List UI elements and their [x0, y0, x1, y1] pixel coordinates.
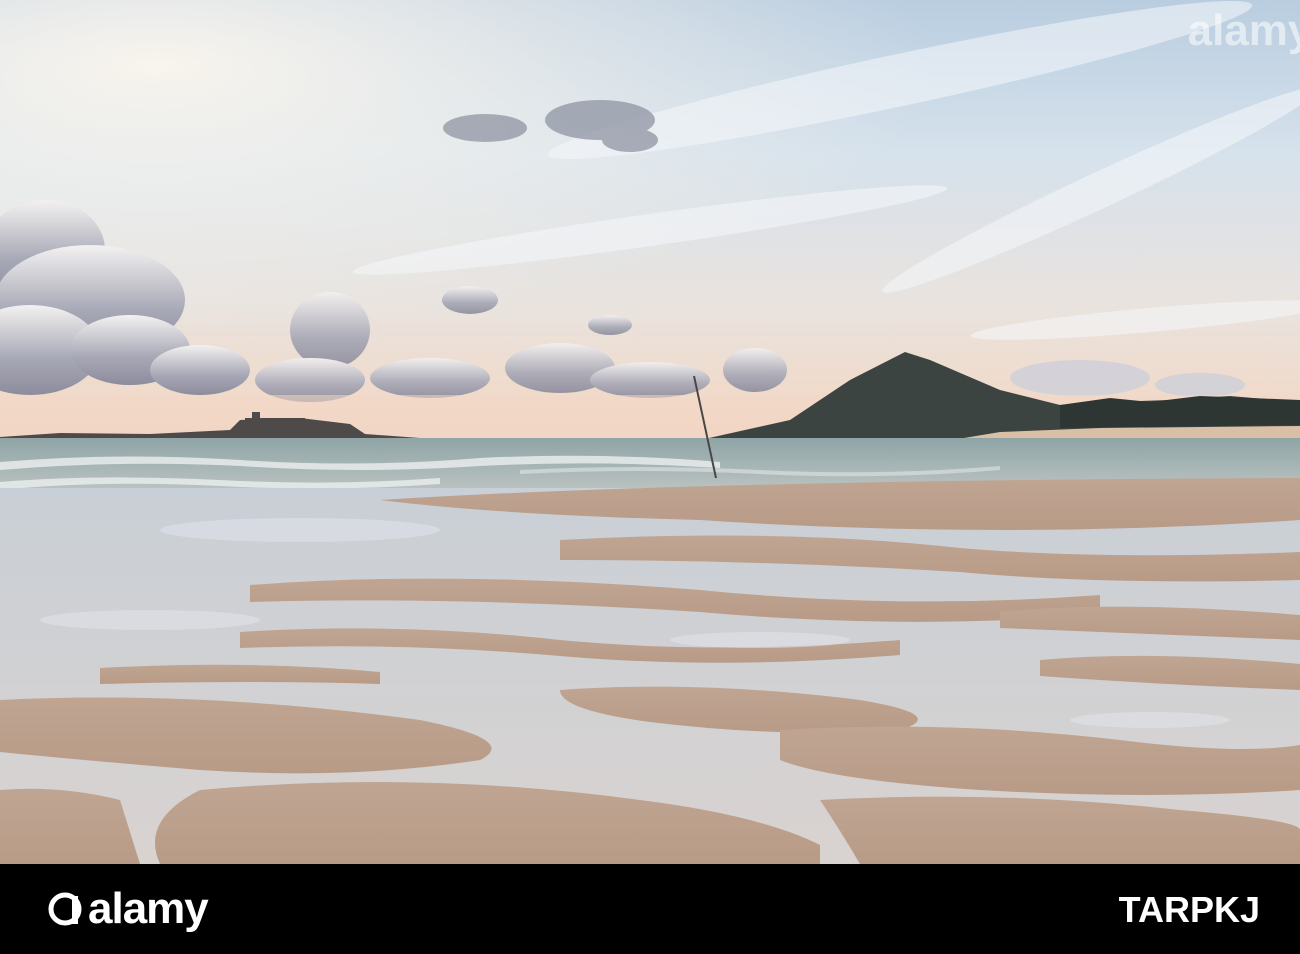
image-id: TARPKJ	[1118, 889, 1260, 930]
beach-scene: alamy	[0, 0, 1300, 864]
beach-photo: alamy	[0, 0, 1300, 864]
watermark-alamy: alamy	[1188, 6, 1300, 55]
alamy-mark-icon	[48, 892, 82, 926]
alamy-logo[interactable]: alamy	[48, 882, 209, 936]
stock-photo-page: alamy alamy TARPKJ	[0, 0, 1300, 954]
footer-bar: alamy TARPKJ	[0, 864, 1300, 954]
brand-wordmark: alamy	[88, 884, 209, 933]
photo-watermarks: alamy	[1188, 6, 1300, 55]
